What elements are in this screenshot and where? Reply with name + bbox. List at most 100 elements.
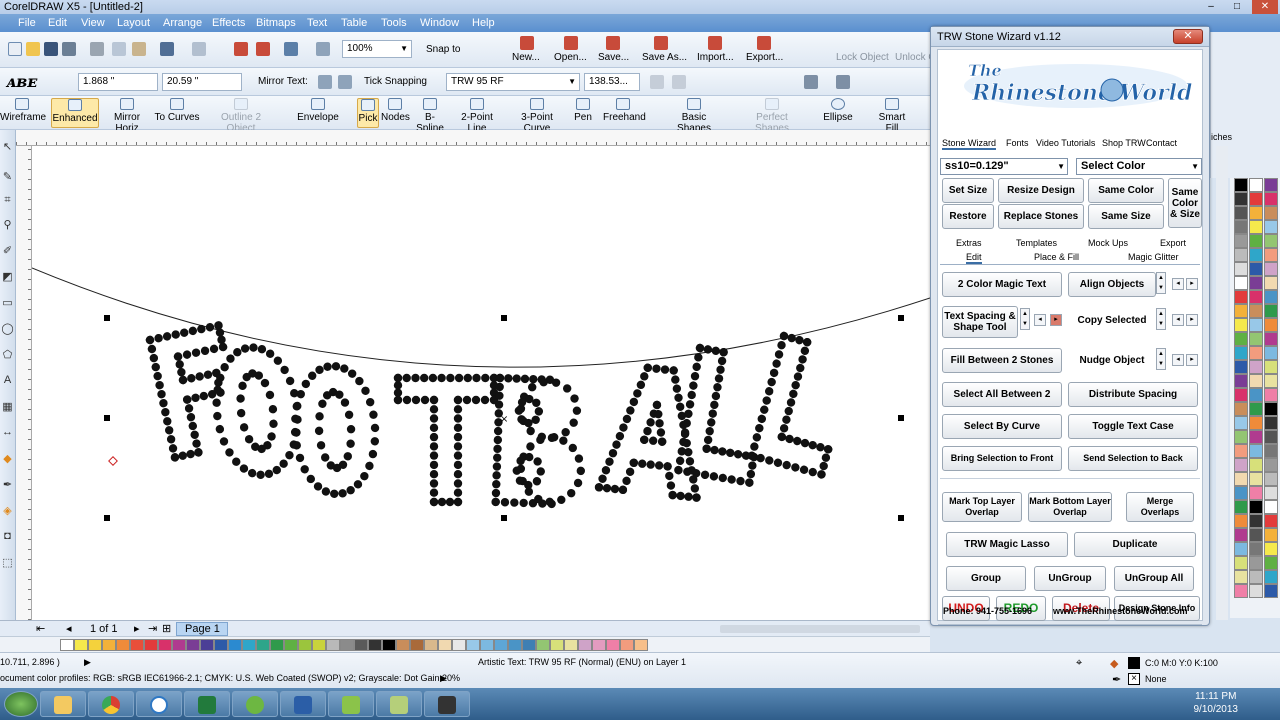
palette-swatch[interactable] [1249, 346, 1263, 360]
menu-layout[interactable]: Layout [113, 14, 154, 32]
palette-swatch[interactable] [214, 639, 228, 651]
ellipse-tool-icon[interactable]: ◯ [1, 322, 14, 338]
italic-icon[interactable] [672, 75, 686, 89]
subtab-edit[interactable]: Edit [966, 250, 982, 264]
palette-swatch[interactable] [494, 639, 508, 651]
two-color-magic-text-button[interactable]: 2 Color Magic Text [942, 272, 1062, 297]
palette-swatch[interactable] [1264, 402, 1278, 416]
palette-swatch[interactable] [1234, 248, 1248, 262]
application-launcher-icon[interactable] [284, 42, 298, 56]
palette-swatch[interactable] [60, 639, 74, 651]
palette-swatch[interactable] [522, 639, 536, 651]
height-field[interactable]: 20.59 " [162, 73, 242, 91]
palette-swatch[interactable] [74, 639, 88, 651]
import-button[interactable]: Import... [697, 52, 734, 63]
open-button[interactable]: Open... [554, 52, 587, 63]
dimension-tool-icon[interactable]: ↔ [1, 426, 14, 442]
palette-swatch[interactable] [1249, 528, 1263, 542]
select-all-between-button[interactable]: Select All Between 2 [942, 382, 1062, 407]
vertical-ruler[interactable] [16, 146, 32, 620]
duplicate-button[interactable]: Duplicate [1074, 532, 1196, 557]
subtab-export[interactable]: Export [1160, 236, 1186, 250]
wizard-close-button[interactable]: ✕ [1173, 29, 1203, 44]
copy-right-arrow[interactable]: ▸ [1186, 314, 1198, 326]
palette-swatch[interactable] [368, 639, 382, 651]
palette-swatch[interactable] [1234, 178, 1248, 192]
text-tool-icon[interactable]: A [1, 374, 14, 390]
group-button[interactable]: Group [946, 566, 1026, 591]
palette-swatch[interactable] [1234, 486, 1248, 500]
b-spline-tool-button[interactable]: B-Spline [413, 98, 447, 134]
palette-swatch[interactable] [1249, 514, 1263, 528]
paste-icon[interactable] [132, 42, 146, 56]
palette-swatch[interactable] [116, 639, 130, 651]
rhinestone-design[interactable]: × [32, 146, 930, 620]
palette-swatch[interactable] [1264, 276, 1278, 290]
shape-tool-icon[interactable]: ✎ [1, 170, 14, 186]
palette-swatch[interactable] [1264, 570, 1278, 584]
palette-swatch[interactable] [1264, 486, 1278, 500]
website-link[interactable]: www.TheRhinestoneWorld.com [1053, 606, 1188, 616]
nudge-right-arrow[interactable]: ▸ [1186, 354, 1198, 366]
palette-swatch[interactable] [1234, 304, 1248, 318]
same-color-button[interactable]: Same Color [1088, 178, 1164, 203]
outline-to-object-button[interactable]: Outline 2 Object [206, 98, 276, 134]
palette-swatch[interactable] [354, 639, 368, 651]
replace-stones-button[interactable]: Replace Stones [998, 204, 1084, 229]
palette-swatch[interactable] [1264, 584, 1278, 598]
copy-spinner[interactable]: ▲ ▼ [1156, 308, 1166, 330]
perfect-shapes-button[interactable]: Perfect Shapes [741, 98, 803, 134]
fill-tool-icon[interactable]: ◘ [1, 530, 14, 546]
palette-swatch[interactable] [284, 639, 298, 651]
palette-swatch[interactable] [1264, 374, 1278, 388]
save-icon[interactable] [44, 42, 58, 56]
crop-tool-icon[interactable]: ⌗ [1, 194, 14, 210]
export-button[interactable]: Export... [746, 52, 783, 63]
palette-swatch[interactable] [130, 639, 144, 651]
palette-swatch[interactable] [578, 639, 592, 651]
zoom-tool-icon[interactable]: ⚲ [1, 218, 14, 234]
palette-swatch[interactable] [1264, 416, 1278, 430]
palette-swatch[interactable] [1234, 290, 1248, 304]
align-right-arrow[interactable]: ▸ [1186, 278, 1198, 290]
tick-snapping-dropdown[interactable]: Tick Snapping [364, 76, 427, 87]
horizontal-ruler[interactable] [16, 130, 930, 146]
import-icon[interactable] [234, 42, 248, 56]
start-button[interactable] [4, 691, 38, 717]
rectangle-tool-icon[interactable]: ▭ [1, 296, 14, 312]
distribute-spacing-button[interactable]: Distribute Spacing [1068, 382, 1198, 407]
palette-swatch[interactable] [1234, 234, 1248, 248]
freehand-tool-icon[interactable]: ✐ [1, 244, 14, 260]
taskbar-app-camera[interactable] [424, 691, 470, 717]
palette-swatch[interactable] [1264, 332, 1278, 346]
palette-swatch[interactable] [424, 639, 438, 651]
interactive-tool-icon[interactable]: ⬚ [1, 556, 14, 572]
palette-swatch[interactable] [1234, 416, 1248, 430]
palette-swatch[interactable] [1234, 220, 1248, 234]
mirror-horizontal-icon[interactable] [318, 75, 332, 89]
menu-window[interactable]: Window [416, 14, 463, 32]
palette-swatch[interactable] [1264, 220, 1278, 234]
palette-swatch[interactable] [1234, 472, 1248, 486]
palette-swatch[interactable] [466, 639, 480, 651]
first-page-icon[interactable]: ⇤ [36, 621, 45, 637]
snap-marks-icon[interactable] [836, 75, 850, 89]
palette-swatch[interactable] [312, 639, 326, 651]
palette-swatch[interactable] [1264, 304, 1278, 318]
next-page-icon[interactable]: ▸ [134, 621, 140, 637]
palette-swatch[interactable] [550, 639, 564, 651]
palette-swatch[interactable] [620, 639, 634, 651]
subtab-magic-glitter[interactable]: Magic Glitter [1128, 250, 1179, 264]
trw-magic-lasso-button[interactable]: TRW Magic Lasso [946, 532, 1068, 557]
taskbar-excel[interactable] [184, 691, 230, 717]
menu-edit[interactable]: Edit [44, 14, 71, 32]
palette-swatch[interactable] [1264, 556, 1278, 570]
palette-swatch[interactable] [1234, 346, 1248, 360]
palette-swatch[interactable] [1249, 234, 1263, 248]
palette-swatch[interactable] [382, 639, 396, 651]
save-button[interactable]: Save... [598, 52, 629, 63]
palette-swatch[interactable] [1264, 388, 1278, 402]
palette-swatch[interactable] [270, 639, 284, 651]
palette-swatch[interactable] [326, 639, 340, 651]
palette-swatch[interactable] [564, 639, 578, 651]
